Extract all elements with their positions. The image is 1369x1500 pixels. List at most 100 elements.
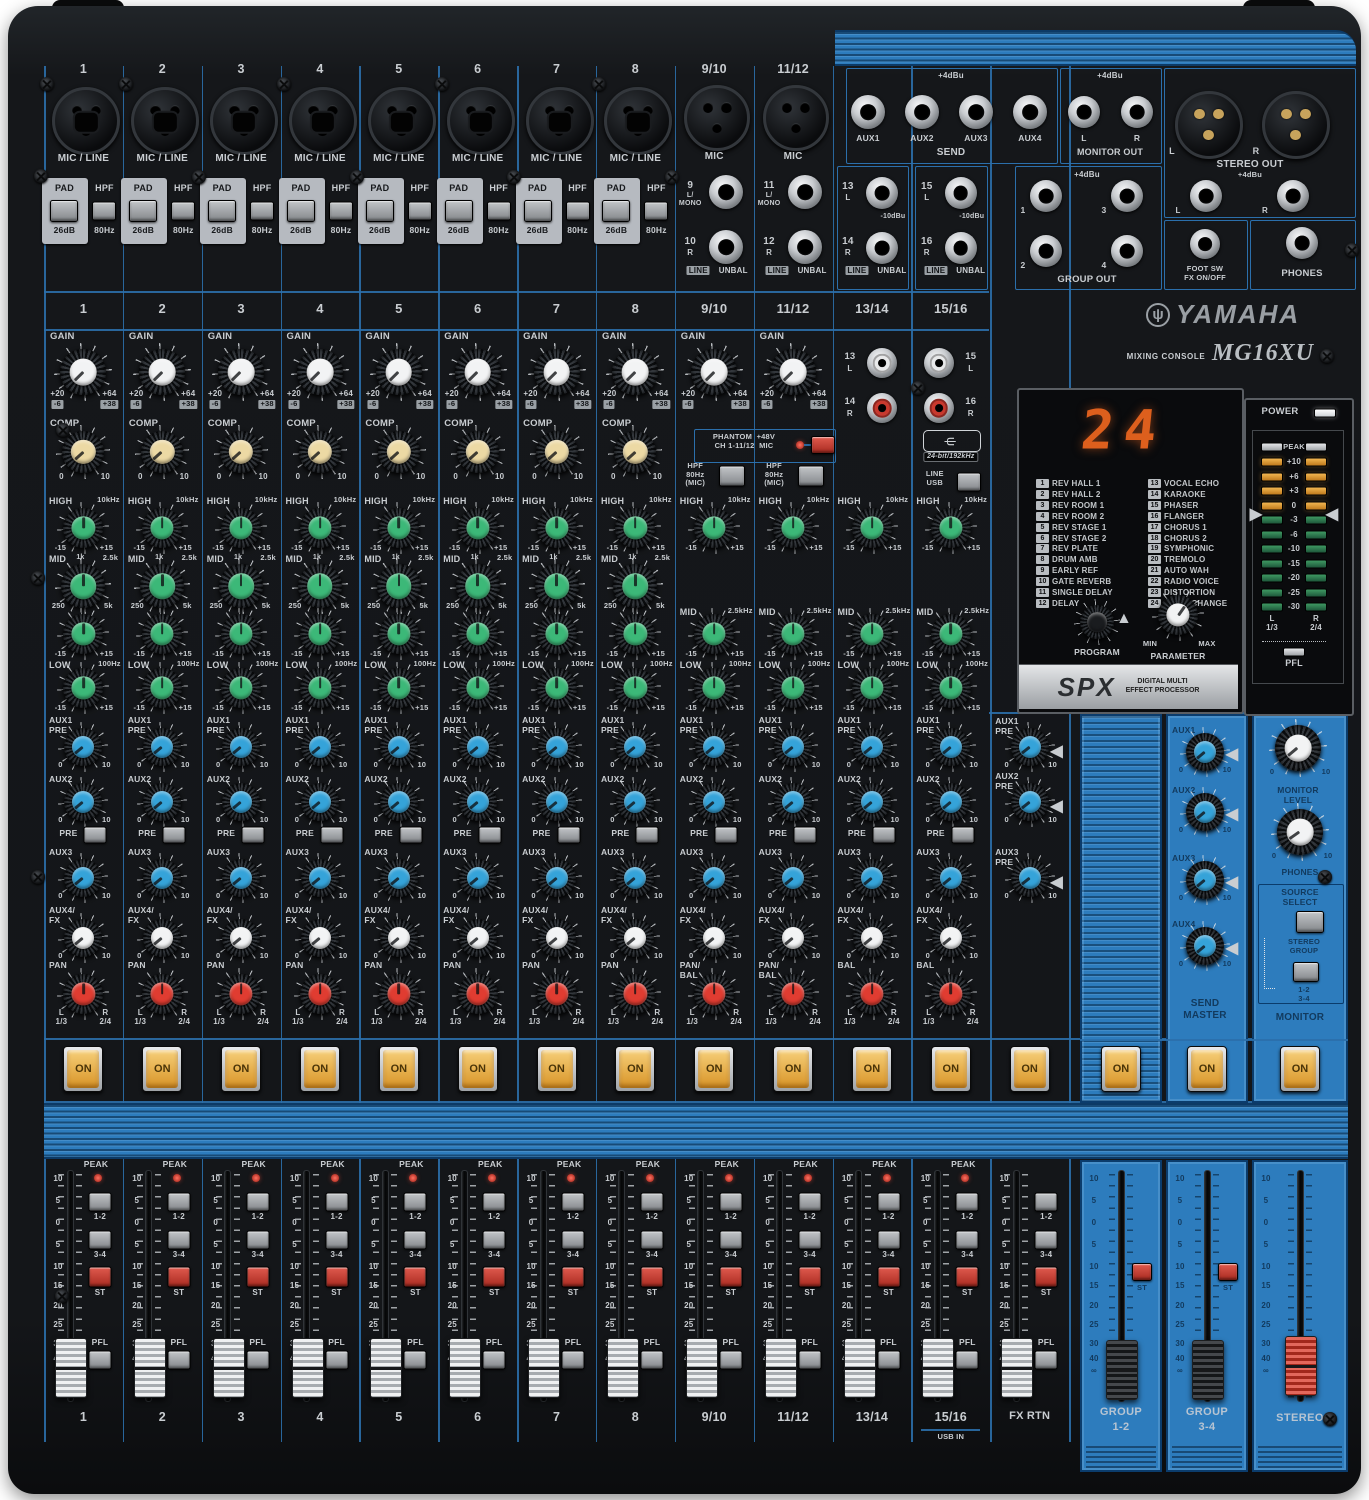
aux3-knob-3[interactable]	[222, 859, 260, 897]
fader-cap-1[interactable]	[55, 1338, 87, 1398]
aux3-knob-11-12[interactable]	[774, 859, 812, 897]
fader-cap-5[interactable]	[370, 1338, 402, 1398]
pfl-button-FX-RTN[interactable]	[1035, 1351, 1058, 1370]
on-button-group-3-4[interactable]: ON	[1187, 1046, 1227, 1092]
assign-1-2-13-14[interactable]	[877, 1193, 900, 1212]
aux1-knob-4[interactable]	[301, 728, 339, 766]
comp-knob-3[interactable]	[220, 431, 262, 473]
high-eq-knob-11-12[interactable]	[773, 508, 813, 548]
hpf-button-ch8[interactable]	[644, 202, 668, 221]
aux4-knob-6[interactable]	[459, 919, 497, 957]
mid-freq-knob-4[interactable]	[298, 564, 342, 608]
on-button-4[interactable]: ON	[300, 1046, 340, 1092]
on-button-8[interactable]: ON	[615, 1046, 655, 1092]
aux2-knob-9-10[interactable]	[695, 783, 733, 821]
pfl-button-1[interactable]	[89, 1351, 112, 1370]
high-eq-knob-9-10[interactable]	[694, 508, 734, 548]
assign-1-2-11-12[interactable]	[798, 1193, 821, 1212]
assign-st-13-14[interactable]	[877, 1267, 900, 1288]
hpf-button-ch6[interactable]	[487, 202, 511, 221]
mid-gain-knob-7[interactable]	[537, 614, 577, 654]
mid-freq-knob-6[interactable]	[456, 564, 500, 608]
on-button-9-10[interactable]: ON	[694, 1046, 734, 1092]
pfl-button-7[interactable]	[562, 1351, 585, 1370]
pre-button-3[interactable]	[242, 827, 265, 844]
fader-cap-9-10[interactable]	[686, 1338, 718, 1398]
fader-cap-3[interactable]	[213, 1338, 245, 1398]
fader-cap-group-3-4[interactable]	[1192, 1340, 1224, 1400]
send-master-aux2-knob[interactable]	[1186, 793, 1224, 831]
assign-st-8[interactable]	[640, 1267, 663, 1288]
on-button-11-12[interactable]: ON	[773, 1046, 813, 1092]
on-button-group-1-2[interactable]: ON	[1101, 1046, 1141, 1092]
high-eq-knob-13-14[interactable]	[852, 508, 892, 548]
assign-3-4-9-10[interactable]	[719, 1231, 742, 1250]
pan-knob-2[interactable]	[142, 974, 182, 1014]
low-eq-knob-4[interactable]	[300, 668, 340, 708]
aux4-knob-9-10[interactable]	[695, 919, 733, 957]
assign-3-4-13-14[interactable]	[877, 1231, 900, 1250]
assign-3-4-15-16[interactable]	[956, 1231, 979, 1250]
assign-3-4-2[interactable]	[167, 1231, 190, 1250]
assign-st-1[interactable]	[89, 1267, 112, 1288]
aux1-knob-9-10[interactable]	[695, 728, 733, 766]
aux1-knob-7[interactable]	[538, 728, 576, 766]
pad-button-ch4[interactable]	[287, 200, 315, 222]
pad-button-ch1[interactable]	[50, 200, 78, 222]
assign-3-4-8[interactable]	[640, 1231, 663, 1250]
assign-3-4-5[interactable]	[404, 1231, 427, 1250]
pan-knob-3[interactable]	[221, 974, 261, 1014]
aux1-knob-13-14[interactable]	[853, 728, 891, 766]
aux2-knob-3[interactable]	[222, 783, 260, 821]
pan-knob-13-14[interactable]	[852, 974, 892, 1014]
pre-button-5[interactable]	[399, 827, 422, 844]
high-eq-knob-15-16[interactable]	[931, 508, 971, 548]
assign-1-2-9-10[interactable]	[719, 1193, 742, 1212]
on-button-5[interactable]: ON	[379, 1046, 419, 1092]
comp-knob-5[interactable]	[378, 431, 420, 473]
comp-knob-7[interactable]	[536, 431, 578, 473]
hpf-button-ch2[interactable]	[171, 202, 195, 221]
pad-button-ch5[interactable]	[366, 200, 394, 222]
high-eq-knob-7[interactable]	[537, 508, 577, 548]
high-eq-knob-5[interactable]	[379, 508, 419, 548]
mid-gain-knob-5[interactable]	[379, 614, 419, 654]
fader-cap-6[interactable]	[449, 1338, 481, 1398]
pre-button-1[interactable]	[84, 827, 107, 844]
pfl-button-8[interactable]	[640, 1351, 663, 1370]
monitor-level-knob[interactable]	[1275, 725, 1321, 771]
gain-knob-4[interactable]	[297, 349, 343, 395]
mid-eq-knob-11-12[interactable]	[773, 614, 813, 654]
mid-gain-knob-6[interactable]	[458, 614, 498, 654]
pan-knob-15-16[interactable]	[931, 974, 971, 1014]
assign-1-2-3[interactable]	[246, 1193, 269, 1212]
pre-button-4[interactable]	[320, 827, 343, 844]
aux4-knob-5[interactable]	[380, 919, 418, 957]
assign-st-15-16[interactable]	[956, 1267, 979, 1288]
high-eq-knob-2[interactable]	[142, 508, 182, 548]
assign-st-6[interactable]	[483, 1267, 506, 1288]
pre-button-7[interactable]	[557, 827, 580, 844]
aux2-knob-13-14[interactable]	[853, 783, 891, 821]
pre-button-13-14[interactable]	[872, 827, 895, 844]
gain-knob-2[interactable]	[139, 349, 185, 395]
hpf-mic-button-9-10[interactable]	[719, 466, 745, 487]
comp-knob-2[interactable]	[141, 431, 183, 473]
aux4-knob-3[interactable]	[222, 919, 260, 957]
fxrtn-aux1-knob[interactable]	[1011, 728, 1049, 766]
fader-cap-8[interactable]	[607, 1338, 639, 1398]
assign-1-2-2[interactable]	[167, 1193, 190, 1212]
assign-st-2[interactable]	[167, 1267, 190, 1288]
aux3-knob-5[interactable]	[380, 859, 418, 897]
aux3-knob-6[interactable]	[459, 859, 497, 897]
fader-cap-FX-RTN[interactable]	[1001, 1338, 1033, 1398]
fader-cap-13-14[interactable]	[844, 1338, 876, 1398]
assign-3-4-7[interactable]	[562, 1231, 585, 1250]
pre-button-9-10[interactable]	[715, 827, 738, 844]
aux2-knob-5[interactable]	[380, 783, 418, 821]
mid-freq-knob-5[interactable]	[377, 564, 421, 608]
low-eq-knob-3[interactable]	[221, 668, 261, 708]
assign-3-4-3[interactable]	[246, 1231, 269, 1250]
aux4-knob-13-14[interactable]	[853, 919, 891, 957]
high-eq-knob-4[interactable]	[300, 508, 340, 548]
